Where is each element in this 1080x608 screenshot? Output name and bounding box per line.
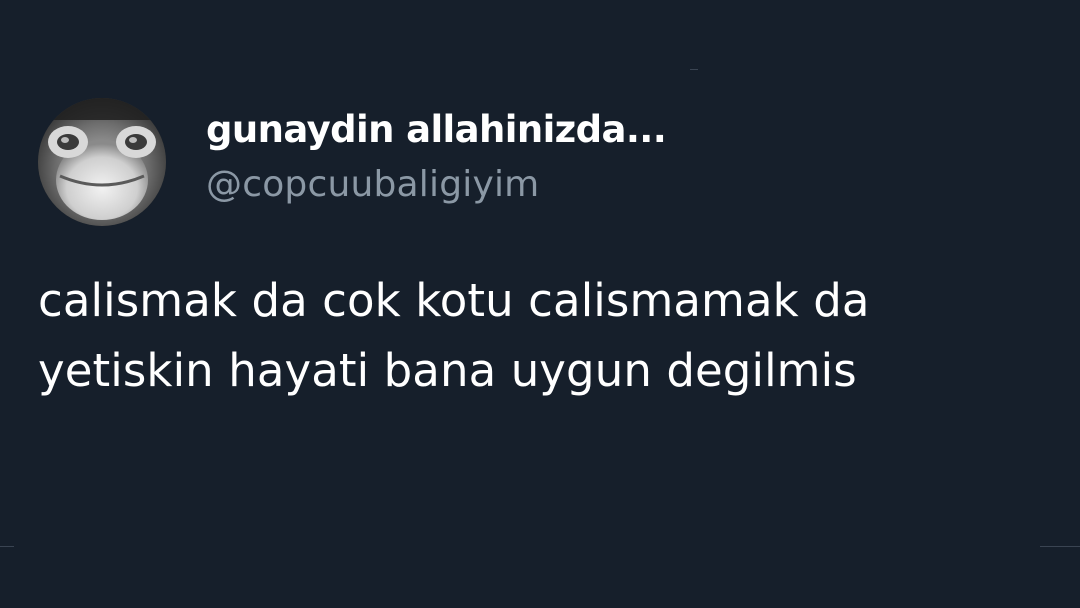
divider-bottom-right bbox=[1040, 546, 1080, 547]
display-name[interactable]: gunaydin allahinizda... bbox=[206, 108, 667, 151]
tweet-card: gunaydin allahinizda... @copcuubaligiyim… bbox=[0, 0, 1080, 608]
frog-face-avatar-icon bbox=[38, 98, 166, 226]
divider-bottom-left bbox=[0, 546, 14, 547]
tweet-text: calismak da cok kotu calismamak da yetis… bbox=[38, 266, 1048, 406]
tweet-text-line-2: yetiskin hayati bana uygun degilmis bbox=[38, 344, 857, 397]
divider-top bbox=[690, 69, 698, 70]
tweet-text-line-1: calismak da cok kotu calismamak da bbox=[38, 274, 870, 327]
avatar[interactable] bbox=[38, 98, 166, 226]
user-handle[interactable]: @copcuubaligiyim bbox=[206, 164, 539, 205]
